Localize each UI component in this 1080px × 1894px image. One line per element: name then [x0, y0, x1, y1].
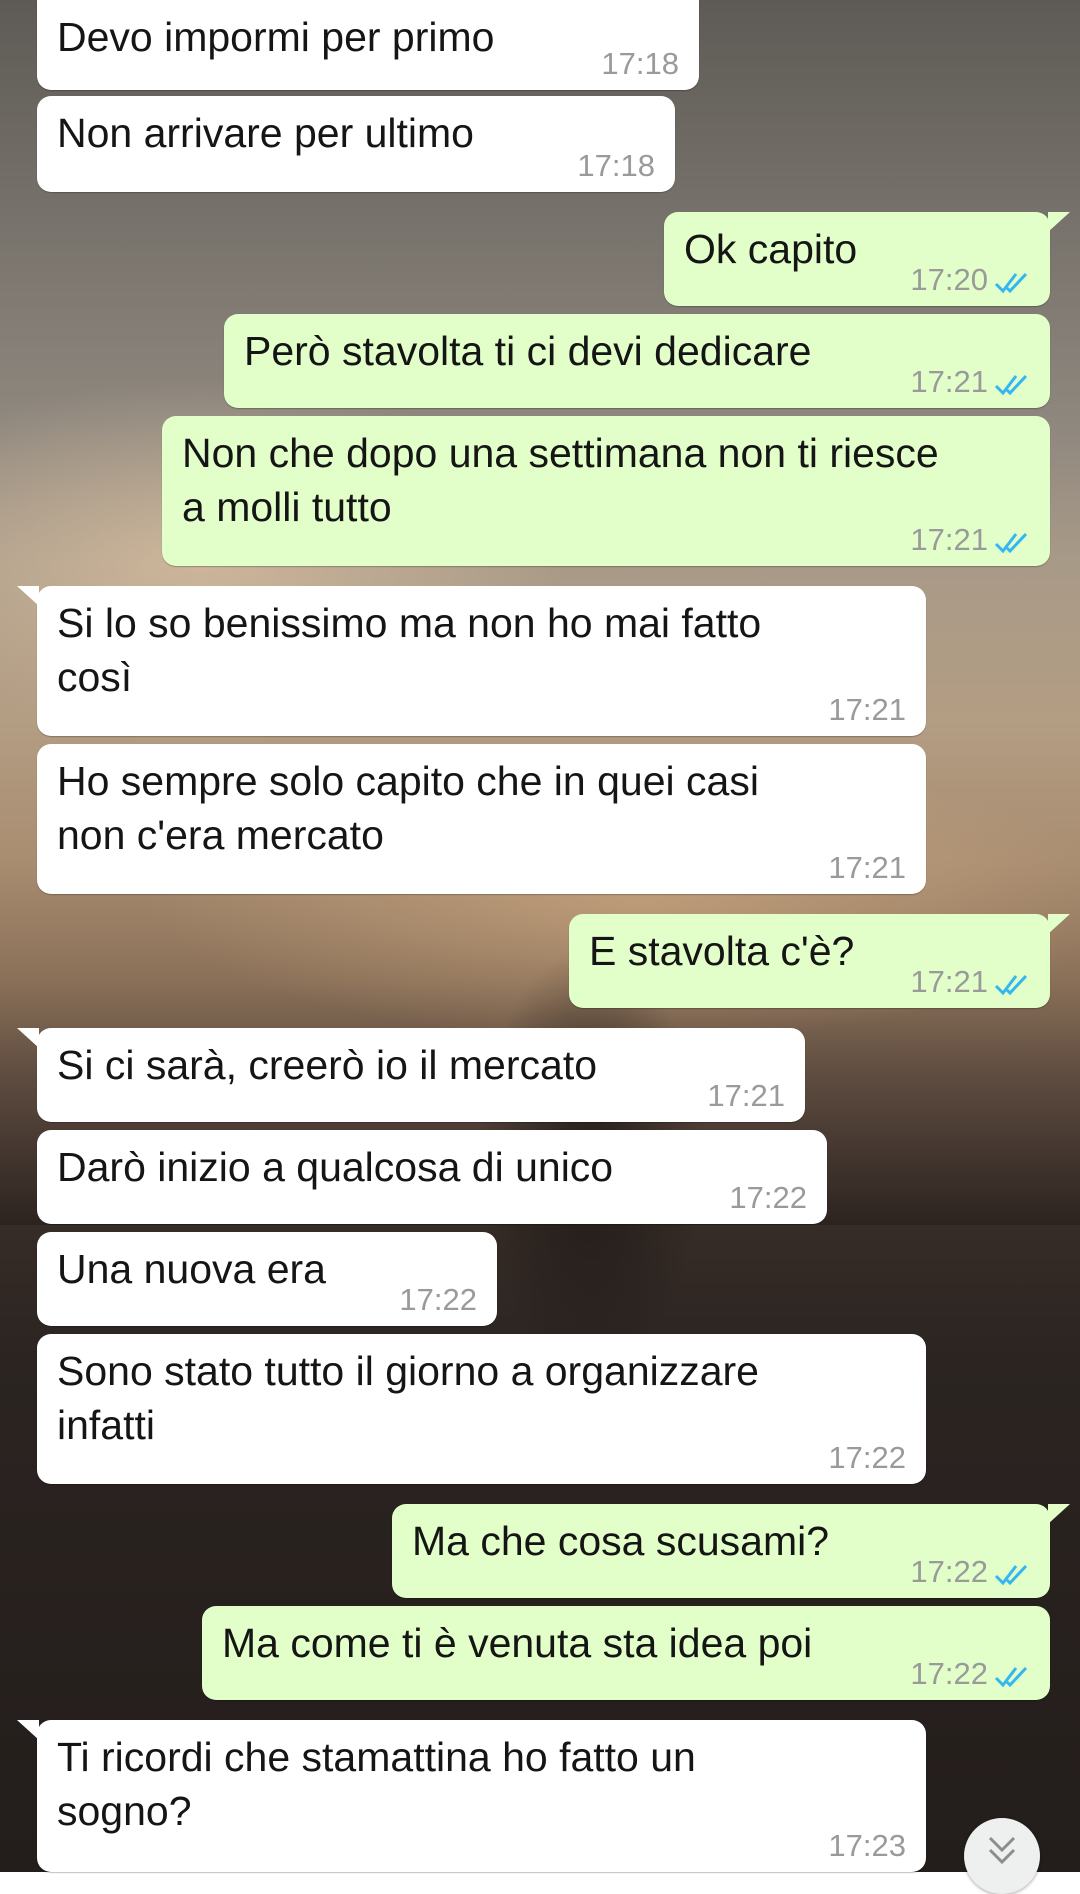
message-meta: 17:22 [910, 1554, 1032, 1590]
message-meta: 17:21 [828, 692, 906, 728]
message-text: così [57, 654, 133, 700]
incoming-message-bubble[interactable]: Ti ricordi che stamattina ho fatto un sog… [17, 1720, 926, 1872]
message-meta: 17:18 [577, 148, 655, 184]
incoming-message-bubble[interactable]: Non arrivare per ultimo 17:18 [37, 96, 675, 192]
message-meta: 17:23 [828, 1828, 906, 1864]
message-timestamp: 17:21 [910, 364, 988, 399]
message-text: Darò inizio a qualcosa di unico [57, 1144, 614, 1190]
message-meta: 17:21 [910, 964, 1032, 1000]
message-text: infatti [57, 1402, 155, 1448]
outgoing-message-bubble[interactable]: Ok capito 17:20 [664, 212, 1070, 306]
outgoing-message-bubble[interactable]: Ma che cosa scusami? 17:22 [392, 1504, 1070, 1598]
message-timestamp: 17:22 [828, 1440, 906, 1475]
double-check-icon [994, 272, 1028, 294]
message-text: Ma come ti è venuta sta idea poi [222, 1620, 813, 1666]
double-check-icon [994, 1564, 1028, 1586]
incoming-message-bubble[interactable]: Darò inizio a qualcosa di unico 17:22 [37, 1130, 827, 1224]
message-timestamp: 17:20 [910, 262, 988, 297]
incoming-message-bubble[interactable]: Ho sempre solo capito che in quei casi no… [37, 744, 926, 894]
message-meta: 17:18 [601, 46, 679, 82]
message-timestamp: 17:22 [910, 1656, 988, 1691]
bubble-tail [17, 586, 39, 606]
message-text: Sono stato tutto il giorno a organizzare [57, 1348, 759, 1394]
bubble-tail [17, 1028, 39, 1048]
bubble-tail [17, 1720, 39, 1740]
message-text: Ti ricordi che stamattina ho fatto un [57, 1734, 696, 1780]
message-meta: 17:21 [910, 522, 1032, 558]
message-timestamp: 17:22 [910, 1554, 988, 1589]
bubble-tail [1048, 1504, 1070, 1524]
bubble-tail [1048, 914, 1070, 934]
incoming-message-bubble[interactable]: Si ci sarà, creerò io il mercato 17:21 [17, 1028, 805, 1122]
message-text: Devo impormi per primo [57, 14, 495, 60]
double-check-icon [994, 1666, 1028, 1688]
outgoing-message-bubble[interactable]: Ma come ti è venuta sta idea poi 17:22 [202, 1606, 1050, 1700]
message-meta: 17:21 [707, 1078, 785, 1114]
scroll-to-bottom-button[interactable] [964, 1818, 1040, 1894]
incoming-message-bubble[interactable]: Devo impormi per primo 17:18 [37, 0, 699, 90]
message-timestamp: 17:18 [577, 148, 655, 183]
message-text: Si ci sarà, creerò io il mercato [57, 1042, 598, 1088]
outgoing-message-bubble[interactable]: Però stavolta ti ci devi dedicare 17:21 [224, 314, 1050, 408]
bubble-tail [1048, 212, 1070, 232]
double-chevron-down-icon [988, 1836, 1016, 1865]
message-timestamp: 17:18 [601, 46, 679, 81]
message-text: a molli tutto [182, 484, 392, 530]
message-meta: 17:20 [910, 262, 1032, 298]
double-check-icon [994, 374, 1028, 396]
message-text: sogno? [57, 1788, 192, 1834]
incoming-message-bubble[interactable]: Una nuova era 17:22 [37, 1232, 497, 1326]
message-meta: 17:21 [910, 364, 1032, 400]
message-meta: 17:21 [828, 850, 906, 886]
message-timestamp: 17:21 [707, 1078, 785, 1113]
message-timestamp: 17:23 [828, 1828, 906, 1863]
message-text: non c'era mercato [57, 812, 384, 858]
message-timestamp: 17:21 [910, 522, 988, 557]
double-check-icon [994, 532, 1028, 554]
message-timestamp: 17:22 [729, 1180, 807, 1215]
message-meta: 17:22 [828, 1440, 906, 1476]
message-text: Non che dopo una settimana non ti riesce [182, 430, 939, 476]
message-text: Ho sempre solo capito che in quei casi [57, 758, 759, 804]
message-timestamp: 17:22 [399, 1282, 477, 1317]
message-text: Si lo so benissimo ma non ho mai fatto [57, 600, 762, 646]
outgoing-message-bubble[interactable]: Non che dopo una settimana non ti riesce… [162, 416, 1050, 566]
incoming-message-bubble[interactable]: Sono stato tutto il giorno a organizzare… [37, 1334, 926, 1484]
incoming-message-bubble[interactable]: Si lo so benissimo ma non ho mai fatto co… [17, 586, 926, 736]
double-check-icon [994, 974, 1028, 996]
message-timestamp: 17:21 [828, 692, 906, 727]
message-timestamp: 17:21 [828, 850, 906, 885]
message-text: Non arrivare per ultimo [57, 110, 474, 156]
outgoing-message-bubble[interactable]: E stavolta c'è? 17:21 [569, 914, 1070, 1008]
message-meta: 17:22 [399, 1282, 477, 1318]
message-meta: 17:22 [910, 1656, 1032, 1692]
message-timestamp: 17:21 [910, 964, 988, 999]
message-meta: 17:22 [729, 1180, 807, 1216]
